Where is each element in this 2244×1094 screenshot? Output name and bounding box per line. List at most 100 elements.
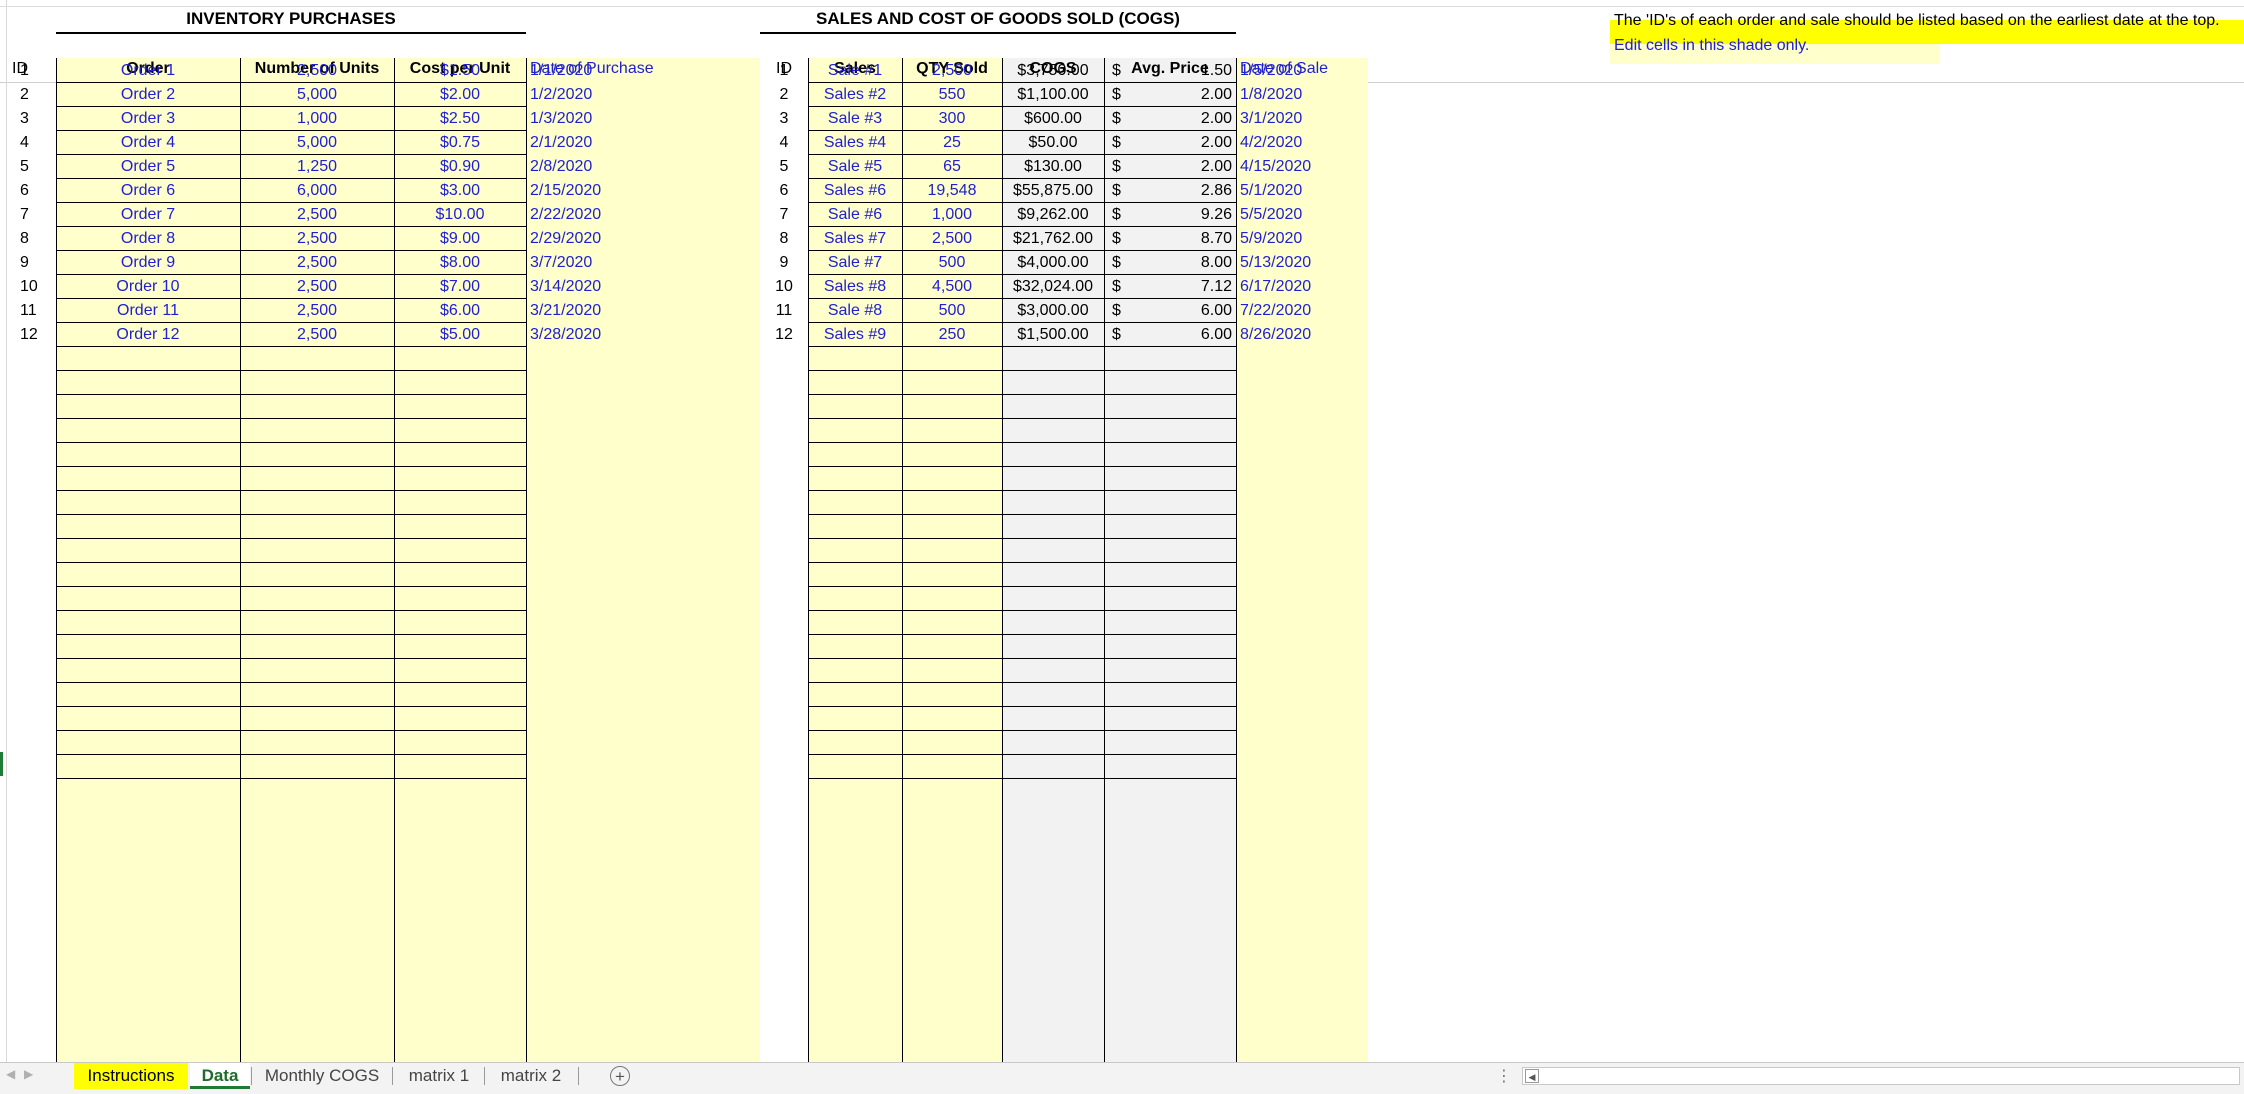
- number-of-units-cell[interactable]: 2,500: [240, 203, 394, 227]
- triangle-right-icon[interactable]: ▶: [24, 1067, 33, 1081]
- sale-name-cell[interactable]: Sale #8: [808, 299, 902, 323]
- sale-name-cell[interactable]: Sale #6: [808, 203, 902, 227]
- order-name-cell[interactable]: Order 3: [56, 107, 240, 131]
- qty-sold-cell[interactable]: 250: [902, 323, 1002, 347]
- date-of-purchase-cell[interactable]: 3/28/2020: [526, 323, 760, 347]
- date-of-purchase-cell[interactable]: 2/22/2020: [526, 203, 760, 227]
- cost-per-unit-cell[interactable]: $0.90: [394, 155, 526, 179]
- scroll-left-icon[interactable]: ◀: [1525, 1069, 1539, 1083]
- qty-sold-cell[interactable]: 1,000: [902, 203, 1002, 227]
- horizontal-scrollbar[interactable]: ◀: [1522, 1067, 2240, 1085]
- sale-name-cell[interactable]: Sales #9: [808, 323, 902, 347]
- plus-circle-icon[interactable]: +: [610, 1066, 630, 1086]
- cogs-cell: $9,262.00: [1017, 206, 1089, 223]
- order-name-cell[interactable]: Order 5: [56, 155, 240, 179]
- order-name-cell[interactable]: Order 1: [56, 59, 240, 83]
- number-of-units-cell[interactable]: 5,000: [240, 131, 394, 155]
- date-of-purchase-cell[interactable]: 1/3/2020: [526, 107, 760, 131]
- cost-per-unit-cell[interactable]: $2.00: [394, 83, 526, 107]
- cost-per-unit-cell[interactable]: $9.00: [394, 227, 526, 251]
- sale-name-cell[interactable]: Sale #7: [808, 251, 902, 275]
- cost-per-unit-cell[interactable]: $1.50: [394, 59, 526, 83]
- qty-sold-cell[interactable]: 500: [902, 299, 1002, 323]
- qty-sold-cell[interactable]: 19,548: [902, 179, 1002, 203]
- order-name-cell[interactable]: Order 11: [56, 299, 240, 323]
- date-of-sale-cell[interactable]: 5/5/2020: [1236, 203, 1368, 227]
- sale-name-cell[interactable]: Sale #5: [808, 155, 902, 179]
- order-name-cell[interactable]: Order 6: [56, 179, 240, 203]
- cost-per-unit-cell[interactable]: $8.00: [394, 251, 526, 275]
- sale-name-cell[interactable]: Sales #6: [808, 179, 902, 203]
- date-of-purchase-cell[interactable]: 1/2/2020: [526, 83, 760, 107]
- number-of-units-cell[interactable]: 2,500: [240, 275, 394, 299]
- order-name-cell[interactable]: Order 10: [56, 275, 240, 299]
- number-of-units-cell[interactable]: 2,500: [240, 227, 394, 251]
- date-of-sale-cell[interactable]: 6/17/2020: [1236, 275, 1368, 299]
- sale-name-cell[interactable]: Sales #2: [808, 83, 902, 107]
- date-of-sale-cell[interactable]: 3/1/2020: [1236, 107, 1368, 131]
- order-name-cell[interactable]: Order 2: [56, 83, 240, 107]
- qty-sold-cell[interactable]: 25: [902, 131, 1002, 155]
- order-name-cell[interactable]: Order 12: [56, 323, 240, 347]
- tab-data[interactable]: Data: [190, 1063, 250, 1089]
- inventory-row-id: 9: [20, 254, 29, 271]
- number-of-units-cell[interactable]: 2,500: [240, 323, 394, 347]
- qty-sold-cell[interactable]: 550: [902, 83, 1002, 107]
- cost-per-unit-cell[interactable]: $6.00: [394, 299, 526, 323]
- date-of-sale-cell[interactable]: 5/1/2020: [1236, 179, 1368, 203]
- qty-sold-cell[interactable]: 2,500: [902, 227, 1002, 251]
- sale-name-cell[interactable]: Sale #3: [808, 107, 902, 131]
- date-of-purchase-cell[interactable]: 3/21/2020: [526, 299, 760, 323]
- date-of-sale-cell[interactable]: 1/5/2020: [1236, 59, 1368, 83]
- qty-sold-cell[interactable]: 2,500: [902, 59, 1002, 83]
- number-of-units-cell[interactable]: 6,000: [240, 179, 394, 203]
- date-of-purchase-cell[interactable]: 3/7/2020: [526, 251, 760, 275]
- sale-name-cell[interactable]: Sale #1: [808, 59, 902, 83]
- qty-sold-cell[interactable]: 4,500: [902, 275, 1002, 299]
- number-of-units-cell[interactable]: 1,250: [240, 155, 394, 179]
- number-of-units-cell[interactable]: 2,500: [240, 299, 394, 323]
- order-name-cell[interactable]: Order 4: [56, 131, 240, 155]
- tab-matrix-2[interactable]: matrix 2: [488, 1063, 574, 1089]
- sale-name-cell[interactable]: Sales #4: [808, 131, 902, 155]
- date-of-purchase-cell[interactable]: 2/15/2020: [526, 179, 760, 203]
- date-of-purchase-cell[interactable]: 2/8/2020: [526, 155, 760, 179]
- tab-monthly-cogs[interactable]: Monthly COGS: [254, 1063, 390, 1089]
- date-of-sale-cell[interactable]: 4/2/2020: [1236, 131, 1368, 155]
- date-of-sale-cell[interactable]: 1/8/2020: [1236, 83, 1368, 107]
- qty-sold-cell[interactable]: 500: [902, 251, 1002, 275]
- sale-name-cell[interactable]: Sales #8: [808, 275, 902, 299]
- order-name-cell[interactable]: Order 7: [56, 203, 240, 227]
- date-of-purchase-cell[interactable]: 1/1/2020: [526, 59, 760, 83]
- cost-per-unit-cell[interactable]: $7.00: [394, 275, 526, 299]
- cost-per-unit-cell[interactable]: $2.50: [394, 107, 526, 131]
- date-of-sale-cell[interactable]: 7/22/2020: [1236, 299, 1368, 323]
- date-of-purchase-cell[interactable]: 2/1/2020: [526, 131, 760, 155]
- number-of-units-cell[interactable]: 5,000: [240, 83, 394, 107]
- qty-sold-cell[interactable]: 65: [902, 155, 1002, 179]
- cost-per-unit-cell[interactable]: $5.00: [394, 323, 526, 347]
- order-name-cell[interactable]: Order 8: [56, 227, 240, 251]
- vertical-dots-icon[interactable]: ⋮: [1496, 1066, 1512, 1086]
- number-of-units-cell[interactable]: 1,000: [240, 107, 394, 131]
- date-of-sale-cell[interactable]: 4/15/2020: [1236, 155, 1368, 179]
- tab-matrix-1[interactable]: matrix 1: [396, 1063, 482, 1089]
- number-of-units-cell[interactable]: 2,500: [240, 251, 394, 275]
- spreadsheet-grid[interactable]: INVENTORY PURCHASES SALES AND COST OF GOO…: [0, 0, 2244, 1062]
- date-of-purchase-cell[interactable]: 2/29/2020: [526, 227, 760, 251]
- triangle-left-icon[interactable]: ◀: [6, 1067, 15, 1081]
- number-of-units-cell[interactable]: 2,500: [240, 59, 394, 83]
- qty-sold-cell[interactable]: 300: [902, 107, 1002, 131]
- cost-per-unit-cell[interactable]: $3.00: [394, 179, 526, 203]
- sales-row-id: 10: [775, 278, 793, 295]
- date-of-sale-cell[interactable]: 5/9/2020: [1236, 227, 1368, 251]
- date-of-purchase-cell[interactable]: 3/14/2020: [526, 275, 760, 299]
- sale-name-cell[interactable]: Sales #7: [808, 227, 902, 251]
- cost-per-unit-cell[interactable]: $10.00: [394, 203, 526, 227]
- date-of-sale-cell[interactable]: 5/13/2020: [1236, 251, 1368, 275]
- order-name-cell[interactable]: Order 9: [56, 251, 240, 275]
- tab-instructions[interactable]: Instructions: [74, 1063, 188, 1089]
- date-of-sale-cell[interactable]: 8/26/2020: [1236, 323, 1368, 347]
- avg-price-cell: 2.00: [1200, 86, 1232, 103]
- cost-per-unit-cell[interactable]: $0.75: [394, 131, 526, 155]
